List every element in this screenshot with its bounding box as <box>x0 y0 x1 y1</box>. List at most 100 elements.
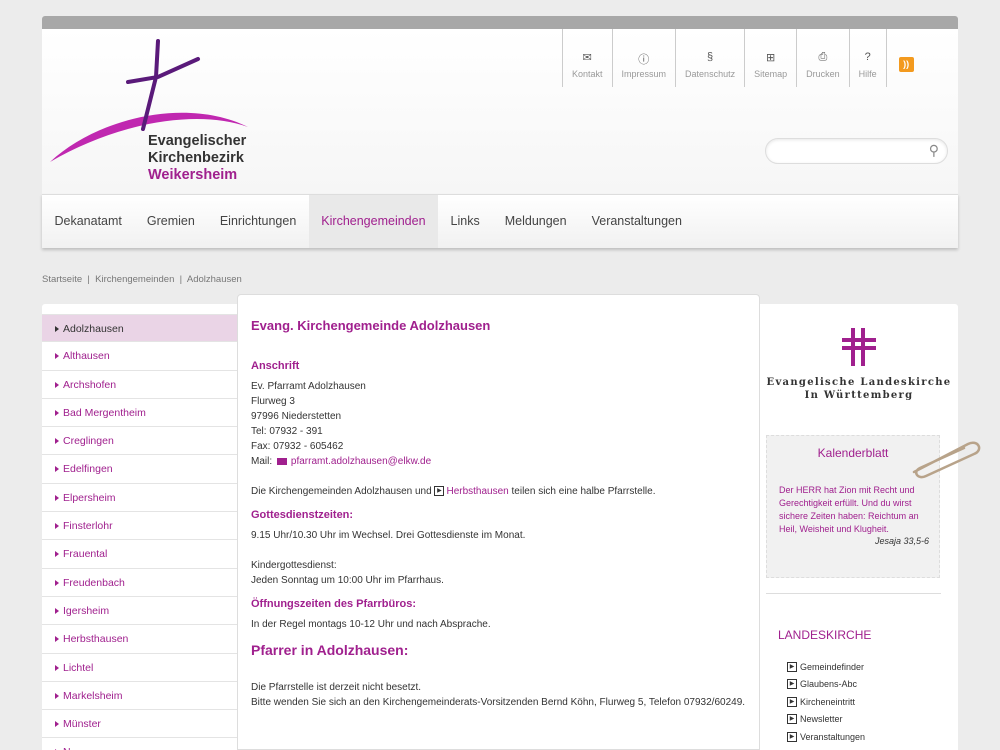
page-title: Evang. Kirchengemeinde Adolzhausen <box>251 318 491 333</box>
landeskirche-links: ▶ Gemeindefinder ▶ Glaubens-Abc ▶ Kirchenei… <box>787 658 865 746</box>
link-glaubens-abc[interactable]: ▶ Glaubens-Abc <box>787 676 865 694</box>
landeskirche-heading: LANDESKIRCHE <box>778 628 872 642</box>
envelope-icon <box>276 457 287 465</box>
header: Evangelischer Kirchenbezirk Weikersheim … <box>42 29 958 194</box>
address-line: Ev. Pfarramt Adolzhausen <box>251 381 366 392</box>
logo-line-2: Kirchenbezirk <box>148 150 244 166</box>
elk-line-2: In Württemberg <box>804 390 914 401</box>
service-drucken[interactable]: ⎙ Drucken <box>796 29 849 87</box>
section-heading-gottesdienst: Gottesdienstzeiten: <box>251 509 354 521</box>
divider <box>766 593 941 594</box>
sidebar-item[interactable]: Althausen <box>42 342 237 371</box>
section-heading-pastor: Pfarrer in Adolzhausen: <box>251 642 409 658</box>
calendar-verse: Der HERR hat Zion mit Recht und Gerechti… <box>779 485 919 534</box>
sitemap-icon: ⊞ <box>765 52 776 64</box>
service-sitemap[interactable]: ⊞ Sitemap <box>744 29 796 87</box>
service-times: 9.15 Uhr/10.30 Uhr im Wechsel. Drei Gott… <box>251 530 526 541</box>
sidebar-item-adolzhausen[interactable]: Adolzhausen <box>42 314 237 343</box>
pastor-text: Die Pfarrstelle ist derzeit nicht besetz… <box>251 682 422 693</box>
printer-icon: ⎙ <box>818 51 828 63</box>
sidebar-item[interactable]: Lichtel <box>42 654 237 682</box>
sidebar-item[interactable]: Creglingen <box>42 427 237 456</box>
link-label: Kircheneintritt <box>800 696 856 707</box>
arrow-link-icon: ▶ <box>787 731 797 742</box>
nav-meldungen[interactable]: Meldungen <box>492 195 579 248</box>
link-label: Veranstaltungen <box>800 731 866 742</box>
nav-links[interactable]: Links <box>438 195 492 248</box>
paperclip-icon <box>912 441 981 479</box>
main-nav: Dekanatamt Gremien Einrichtungen Kirchen… <box>42 194 958 248</box>
service-datenschutz[interactable]: § Datenschutz <box>675 29 744 87</box>
sidebar-item[interactable]: Edelfingen <box>42 455 237 484</box>
section-heading-anschrift: Anschrift <box>251 360 300 372</box>
kids-service-time: Jeden Sonntag um 10:00 Uhr im Pfarrhaus. <box>251 575 444 586</box>
service-hilfe[interactable]: ? Hilfe <box>848 29 886 87</box>
link-veranstaltungen[interactable]: ▶ Veranstaltungen <box>787 728 865 746</box>
sidebar-item[interactable]: Münster <box>42 710 237 739</box>
sidebar-item[interactable]: Frauental <box>42 540 237 569</box>
logo-line-3: Weikersheim <box>148 167 238 183</box>
arrow-link-icon: ▶ <box>787 661 797 672</box>
office-hours: In der Regel montags 10-12 Uhr und nach … <box>251 619 491 630</box>
link-label: Gemeindefinder <box>800 661 865 672</box>
sidebar-item[interactable]: Elpersheim <box>42 484 237 513</box>
service-label: Hilfe <box>858 69 877 79</box>
service-label: Sitemap <box>754 69 788 79</box>
mail-link[interactable]: pfarramt.adolzhausen@elkw.de <box>291 456 431 467</box>
search-input[interactable]: ⚲ <box>765 138 948 164</box>
shared-parish-text: Die Kirchengemeinden Adolzhausen und ▶ He… <box>251 484 746 499</box>
search-icon[interactable]: ⚲ <box>929 142 939 159</box>
sidebar: Adolzhausen Althausen Archshofen Bad Mer… <box>42 304 237 750</box>
link-newsletter[interactable]: ▶ Newsletter <box>787 711 865 729</box>
breadcrumb[interactable]: Startseite | Kirchengemeinden | Adolzhau… <box>42 274 242 285</box>
sidebar-item[interactable]: N... <box>42 738 237 750</box>
paragraph-icon: § <box>707 51 714 63</box>
address-line: 97996 Niederstetten <box>251 411 342 422</box>
calendar-source: Jesaja 33,5-6 <box>874 536 929 546</box>
kids-service-label: Kindergottesdienst: <box>251 560 337 571</box>
nav-gremien[interactable]: Gremien <box>134 195 207 248</box>
sidebar-item[interactable]: Bad Mergentheim <box>42 399 237 428</box>
sidebar-item[interactable]: Igersheim <box>42 597 237 626</box>
herbsthausen-link[interactable]: Herbsthausen <box>446 486 508 497</box>
link-label: Newsletter <box>800 714 843 725</box>
mail-label: Mail: <box>251 456 273 467</box>
sidebar-item[interactable]: Archshofen <box>42 371 237 399</box>
rss-container: )) <box>885 29 922 87</box>
cross-icon <box>842 328 876 366</box>
service-label: Impressum <box>621 69 667 79</box>
envelope-icon: ✉ <box>582 52 592 64</box>
phone: Tel: 07932 - 391 <box>251 426 323 437</box>
link-label: Glaubens-Abc <box>800 679 858 690</box>
link-kircheneintritt[interactable]: ▶ Kircheneintritt <box>787 693 865 711</box>
mail-row: Mail: pfarramt.adolzhausen@elkw.de <box>251 454 746 469</box>
service-kontakt[interactable]: ✉ Kontakt <box>562 29 612 87</box>
elk-line-1: Evangelische Landeskirche <box>766 377 952 388</box>
sidebar-item[interactable]: Freudenbach <box>42 569 237 597</box>
right-sidebar: Evangelische Landeskirche In Württemberg… <box>760 304 981 750</box>
text: Die Kirchengemeinden Adolzhausen und <box>251 486 432 497</box>
service-label: Kontakt <box>572 69 603 79</box>
service-impressum[interactable]: ⓘ Impressum <box>611 29 676 87</box>
sidebar-item[interactable]: Herbsthausen <box>42 625 237 654</box>
address-line: Flurweg 3 <box>251 396 295 407</box>
link-gemeindefinder[interactable]: ▶ Gemeindefinder <box>787 658 865 676</box>
nav-einrichtungen[interactable]: Einrichtungen <box>207 195 308 248</box>
nav-kirchengemeinden[interactable]: Kirchengemeinden <box>308 195 439 248</box>
logo-line-1: Evangelischer <box>148 133 247 149</box>
top-bar <box>42 16 958 29</box>
main-content: Evang. Kirchengemeinde Adolzhausen Ansch… <box>237 294 760 750</box>
sidebar-item[interactable]: Markelsheim <box>42 682 237 711</box>
text: teilen sich eine halbe Pfarrstelle. <box>511 486 656 497</box>
nav-dekanatamt[interactable]: Dekanatamt <box>42 195 134 248</box>
help-icon: ? <box>864 51 871 63</box>
sidebar-item[interactable]: Finsterlohr <box>42 512 237 541</box>
section-heading-office-hours: Öffnungszeiten des Pfarrbüros: <box>251 598 417 610</box>
info-icon: ⓘ <box>638 54 650 66</box>
service-label: Datenschutz <box>685 69 736 79</box>
rss-icon[interactable]: )) <box>898 57 914 72</box>
elk-logo[interactable]: Evangelische Landeskirche In Württemberg <box>760 328 958 401</box>
pastor-text: Bitte wenden Sie sich an den Kirchengeme… <box>251 697 746 708</box>
nav-veranstaltungen[interactable]: Veranstaltungen <box>579 195 694 248</box>
arrow-link-icon: ▶ <box>787 679 797 690</box>
